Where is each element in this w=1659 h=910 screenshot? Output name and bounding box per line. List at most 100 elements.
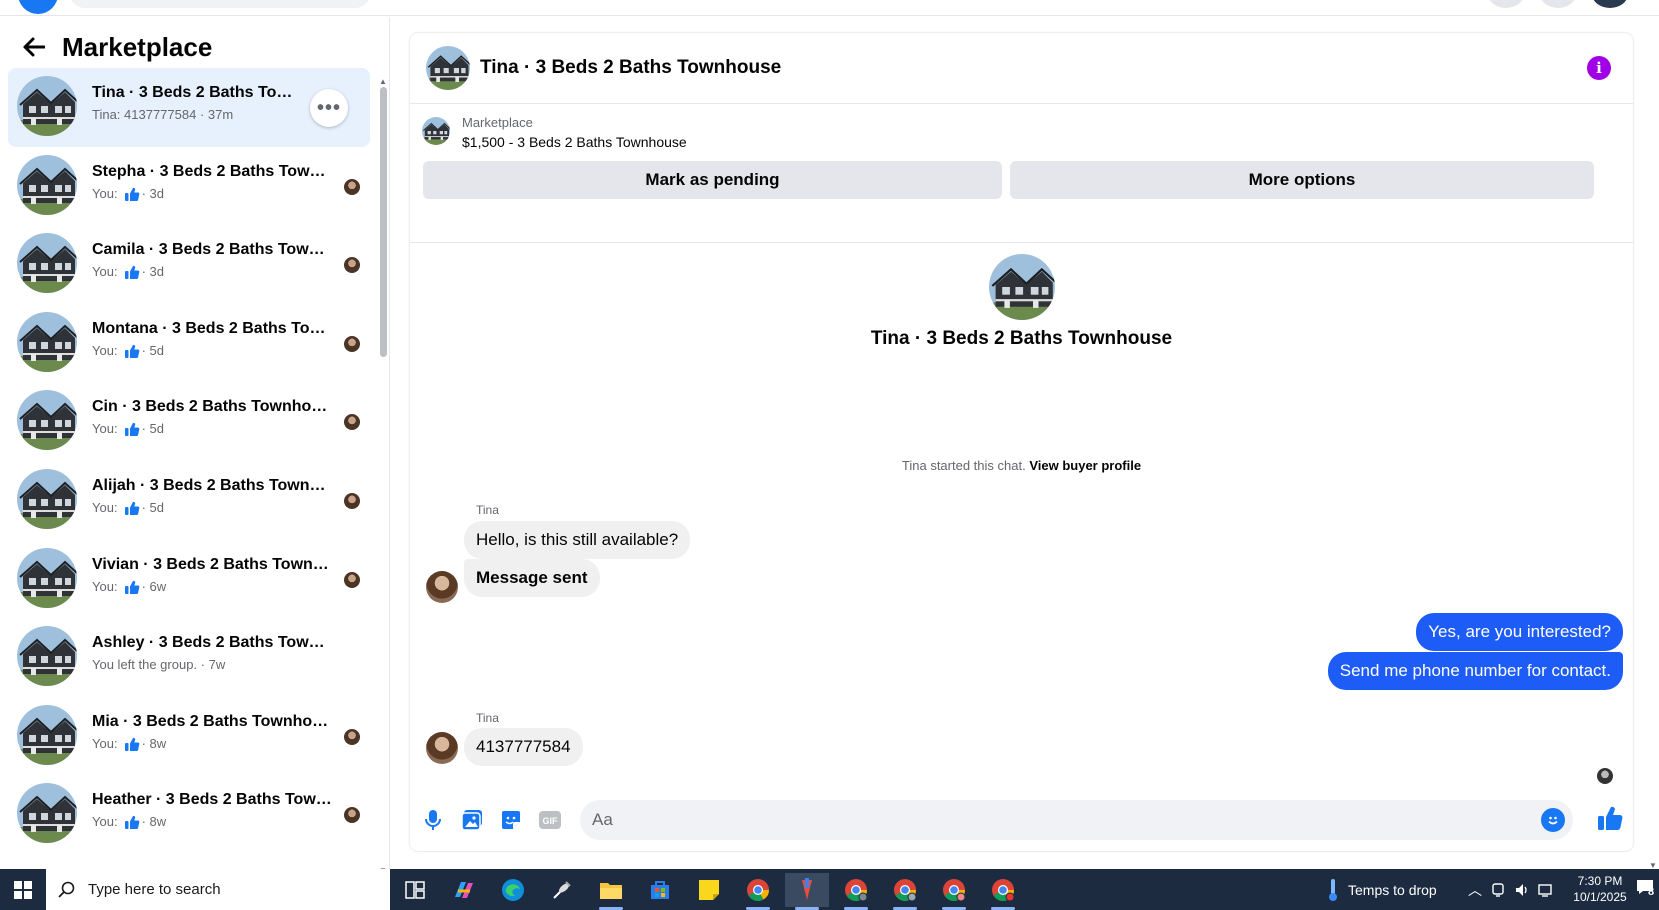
more-options-button[interactable]: More options: [1010, 161, 1594, 199]
chrome-icon[interactable]: [736, 873, 780, 910]
chrome-profile-icon[interactable]: [834, 873, 878, 910]
conversation-item[interactable]: Heather · 3 Beds 2 Baths Townhouse You: · …: [8, 775, 370, 854]
facebook-logo-icon[interactable]: [18, 0, 58, 14]
chat-panel: Tina · 3 Beds 2 Baths Townhouse i Market…: [410, 33, 1633, 851]
mark-as-pending-button[interactable]: Mark as pending: [423, 161, 1002, 199]
conversation-item[interactable]: Mia · 3 Beds 2 Baths Townhouse You: · 8w: [8, 697, 370, 776]
conversation-item[interactable]: Cin · 3 Beds 2 Baths Townhouse You: · 5d: [8, 382, 370, 461]
conversation-texts: Montana · 3 Beds 2 Baths Townhouse You: · …: [92, 318, 332, 361]
conversation-item[interactable]: Vivian · 3 Beds 2 Baths Townhouse You: · 6…: [8, 540, 370, 619]
meet-now-icon[interactable]: [1490, 882, 1506, 898]
conversation-preview: You: · 3d: [92, 262, 332, 282]
read-receipt-avatar: [344, 807, 360, 824]
microsoft-store-icon[interactable]: [638, 873, 682, 907]
message-bubble-outgoing[interactable]: Yes, are you interested?: [1416, 613, 1623, 651]
sticker-icon[interactable]: [499, 808, 523, 832]
conversation-preview: You: · 8w: [92, 812, 332, 832]
read-receipt-avatar: [344, 492, 360, 509]
photo-gallery-icon[interactable]: [460, 808, 484, 832]
profile-avatar[interactable]: [989, 254, 1055, 320]
taskbar-search-placeholder: Type here to search: [88, 881, 221, 898]
account-avatar[interactable]: [1592, 0, 1628, 8]
taskbar-clock[interactable]: 7:30 PM 10/1/2025: [1560, 873, 1640, 905]
conversation-item[interactable]: Camila · 3 Beds 2 Baths Townhouse You: · 3…: [8, 225, 370, 304]
read-receipt-avatar: [344, 728, 360, 745]
back-arrow-icon[interactable]: [20, 33, 48, 61]
sender-avatar[interactable]: [426, 571, 458, 603]
info-icon[interactable]: i: [1587, 56, 1611, 80]
taskbar-search-box[interactable]: Type here to search: [46, 869, 390, 910]
conversation-name: Camila · 3 Beds 2 Baths Townhouse: [92, 241, 332, 259]
conversation-name: Heather · 3 Beds 2 Baths Townhouse: [92, 791, 332, 809]
preview-text: You:: [92, 814, 118, 830]
chrome-profile-icon[interactable]: [981, 873, 1025, 910]
conversation-item[interactable]: Tina · 3 Beds 2 Baths Townhouse Tina: 413…: [8, 68, 370, 147]
sender-avatar[interactable]: [426, 732, 458, 764]
clock-date: 10/1/2025: [1573, 890, 1627, 904]
sidebar-scrollbar[interactable]: ▲ ▼: [378, 77, 388, 875]
message-bubble-outgoing[interactable]: Send me phone number for contact.: [1327, 652, 1623, 690]
conversation-avatar: [17, 783, 77, 844]
sidebar-header: Marketplace: [0, 27, 390, 67]
sticky-notes-icon[interactable]: [687, 873, 731, 907]
thumbs-up-like-icon[interactable]: [1596, 804, 1626, 834]
preview-text: You:: [92, 421, 118, 437]
conversation-item[interactable]: Stepha · 3 Beds 2 Baths Townhouse You: · 3…: [8, 147, 370, 226]
conversation-avatar: [17, 76, 77, 136]
listing-title[interactable]: $1,500 - 3 Beds 2 Baths Townhouse: [462, 134, 687, 150]
sender-label: Tina: [476, 503, 499, 517]
edge-browser-icon[interactable]: [491, 873, 535, 907]
preview-time: · 3d: [141, 264, 164, 280]
conversation-preview: You: · 5d: [92, 419, 332, 439]
view-buyer-profile-link[interactable]: View buyer profile: [1029, 458, 1141, 473]
message-input[interactable]: [580, 800, 1520, 840]
conversation-preview: You: · 6w: [92, 577, 332, 597]
file-explorer-icon[interactable]: [589, 873, 633, 910]
network-icon[interactable]: [1538, 882, 1554, 898]
gif-icon[interactable]: GIF: [538, 808, 562, 832]
satellite-app-icon[interactable]: [540, 873, 584, 907]
notification-center-icon[interactable]: 8: [1636, 878, 1658, 900]
microphone-icon[interactable]: [421, 808, 445, 832]
emoji-icon[interactable]: [1541, 808, 1565, 832]
chrome-profile-icon[interactable]: [932, 873, 976, 910]
conversation-texts: Vivian · 3 Beds 2 Baths Townhouse You: · 6…: [92, 554, 332, 597]
scrollbar-thumb[interactable]: [380, 87, 387, 357]
sender-label: Tina: [476, 711, 499, 725]
message-bubble-incoming[interactable]: Hello, is this still available?: [464, 521, 691, 559]
conversation-name: Ashley · 3 Beds 2 Baths Townhouse: [92, 634, 332, 652]
conversation-item[interactable]: Montana · 3 Beds 2 Baths Townhouse You: · …: [8, 304, 370, 383]
conversation-avatar: [17, 626, 77, 687]
task-view-icon[interactable]: [393, 873, 437, 907]
message-bubble-incoming[interactable]: 4137777584: [464, 728, 583, 766]
messenger-icon[interactable]: [1488, 0, 1524, 8]
conversation-name: Stepha · 3 Beds 2 Baths Townhouse: [92, 162, 332, 180]
preview-text: Tina: 4137777584 · 37m: [92, 107, 234, 122]
conversation-more-options-icon[interactable]: •••: [310, 89, 348, 127]
page-scrollbar[interactable]: ▼: [1648, 20, 1659, 870]
pinned-app-icon[interactable]: [785, 873, 829, 910]
scroll-up-arrow-icon[interactable]: ▲: [379, 77, 387, 86]
chat-started-line: Tina started this chat. View buyer profi…: [410, 458, 1633, 473]
message-input-wrapper: [580, 800, 1573, 840]
facebook-search-input[interactable]: [70, 0, 370, 8]
conversation-item[interactable]: Alijah · 3 Beds 2 Baths Townhouse You: · 5…: [8, 461, 370, 540]
conversation-item[interactable]: Ashley · 3 Beds 2 Baths Townhouse You lef…: [8, 618, 370, 697]
weather-widget[interactable]: Temps to drop: [1326, 869, 1437, 910]
weather-text: Temps to drop: [1348, 881, 1437, 898]
windows-start-icon[interactable]: [0, 869, 46, 910]
copilot-icon[interactable]: [442, 873, 486, 907]
notifications-icon[interactable]: [1540, 0, 1576, 8]
preview-text: You:: [92, 264, 118, 280]
preview-time: · 6w: [141, 578, 167, 594]
chrome-profile-icon[interactable]: [883, 873, 927, 910]
conversation-name: Alijah · 3 Beds 2 Baths Townhouse: [92, 476, 332, 494]
profile-name: Tina · 3 Beds 2 Baths Townhouse: [870, 328, 1173, 349]
message-bubble-incoming[interactable]: Message sent: [464, 559, 600, 597]
listing-thumbnail[interactable]: [422, 117, 450, 145]
chat-avatar[interactable]: [426, 46, 470, 90]
chat-title[interactable]: Tina · 3 Beds 2 Baths Townhouse: [480, 57, 781, 79]
started-text: Tina started this chat.: [901, 458, 1026, 473]
speaker-icon[interactable]: [1514, 882, 1530, 898]
chevron-up-icon[interactable]: ︿: [1468, 880, 1482, 900]
